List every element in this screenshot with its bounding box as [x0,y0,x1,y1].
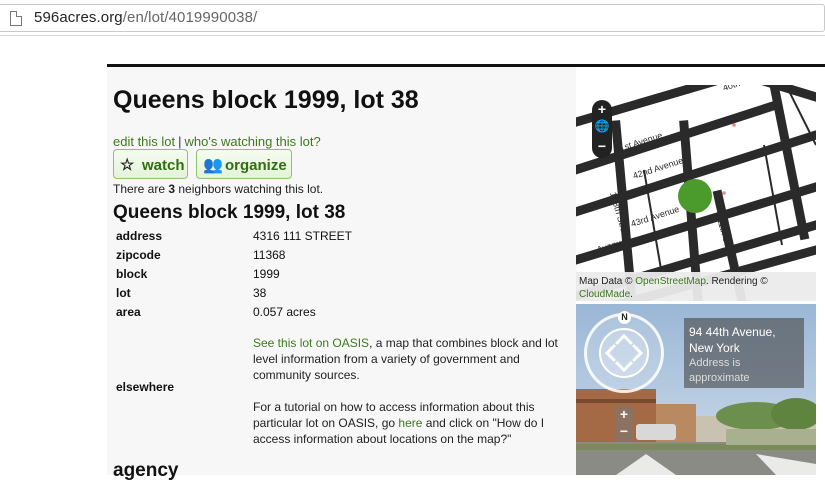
neighbors-suffix: neighbors watching this lot. [175,182,324,196]
lot-actions: edit this lot | who's watching this lot? [113,134,321,149]
detail-value: 4316 111 STREET [253,229,352,243]
agency-heading: agency [113,460,179,481]
lot-subtitle: Queens block 1999, lot 38 [113,202,346,223]
action-separator: | [178,134,182,149]
address-bar[interactable]: 596acres.org/en/lot/4019990038/ [0,4,825,32]
detail-label: address [116,229,163,243]
sv-zoom-out-button[interactable]: − [615,423,633,439]
sv-address-line1: 94 44th Avenue, [689,325,776,339]
openstreetmap-link[interactable]: OpenStreetMap [635,276,706,287]
detail-label: lot [116,286,131,300]
star-icon: ☆ [120,157,135,174]
tutorial-paragraph: For a tutorial on how to access informat… [253,399,568,447]
tutorial-here-link[interactable]: here [398,416,422,430]
cloudmade-link[interactable]: CloudMade [579,289,630,300]
oasis-paragraph: See this lot on OASIS, a map that combin… [253,335,568,383]
map-zoom-control: + 🌐 − [592,100,612,158]
url-host: 596acres.org [34,9,123,26]
page-title: Queens block 1999, lot 38 [113,86,419,114]
oasis-link[interactable]: See this lot on OASIS [253,336,369,350]
elsewhere-content: See this lot on OASIS, a map that combin… [253,335,568,463]
watch-button[interactable]: ☆ watch [113,149,188,179]
map-tiles: 40th Avenue 41st Avenue 42nd Avenue 43rd… [576,85,816,301]
elsewhere-label: elsewhere [116,380,175,394]
neighbors-watching-text: There are 3 neighbors watching this lot. [113,182,323,196]
credit-end: . [630,289,633,300]
compass-north-label: N [618,311,631,324]
detail-value: 0.057 acres [253,305,316,319]
sv-approx-line1: Address is [689,357,741,369]
map-zoom-out-button[interactable]: − [592,138,612,154]
street-view-address-box: 94 44th Avenue, New York Address is appr… [684,318,804,388]
globe-icon[interactable]: 🌐 [592,119,612,133]
credit-mid: . Rendering © [705,276,768,287]
sv-approx-line2: approximate [689,372,750,384]
detail-value: 11368 [253,248,286,262]
detail-value: 38 [253,286,267,300]
map-attribution: Map Data © OpenStreetMap. Rendering © Cl… [576,272,816,301]
lot-map[interactable]: 40th Avenue 41st Avenue 42nd Avenue 43rd… [576,85,816,301]
street-view-compass[interactable] [584,313,664,393]
pan-arrows-icon [599,328,649,378]
watchers-link[interactable]: who's watching this lot? [185,134,321,149]
detail-label: zipcode [116,248,161,262]
edit-lot-link[interactable]: edit this lot [113,134,175,149]
url-text[interactable]: 596acres.org/en/lot/4019990038/ [34,9,257,26]
organize-button-label: organize [225,157,287,174]
street-view-zoom-control: + − [615,406,633,442]
map-zoom-in-button[interactable]: + [592,101,612,117]
people-icon: 👥 [203,157,223,174]
neighbors-prefix: There are [113,182,169,196]
watch-button-label: watch [142,157,185,174]
page-icon [10,11,22,26]
browser-toolbar: 596acres.org/en/lot/4019990038/ [0,0,825,36]
sv-zoom-in-button[interactable]: + [615,406,633,422]
credit-prefix: Map Data © [579,276,636,287]
detail-value: 1999 [253,267,280,281]
detail-label: block [116,267,148,281]
sv-address-line2: New York [689,341,740,355]
url-path: /en/lot/4019990038/ [122,9,258,26]
detail-label: area [116,305,141,319]
organize-button[interactable]: 👥 organize [196,149,292,179]
